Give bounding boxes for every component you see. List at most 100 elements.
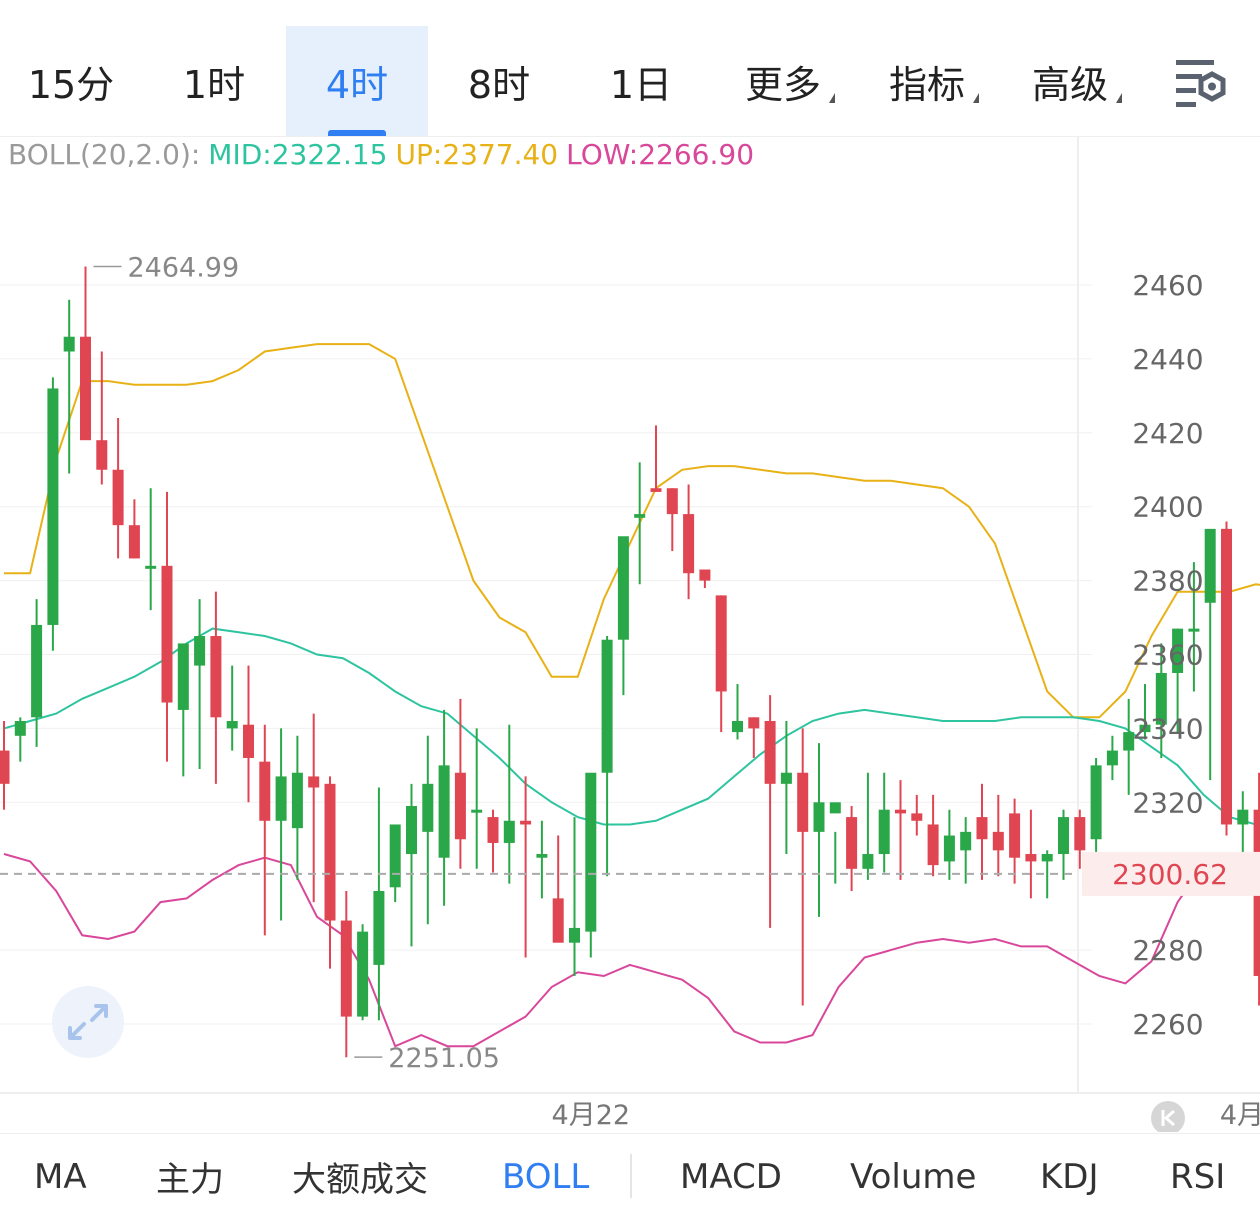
candle-body xyxy=(715,595,727,692)
chart-settings-icon[interactable] xyxy=(1170,56,1230,112)
candle-body xyxy=(31,624,43,718)
candle xyxy=(536,820,548,899)
candle xyxy=(666,488,678,552)
candle xyxy=(177,643,189,777)
candle-body xyxy=(780,772,792,784)
candle-body xyxy=(569,927,580,943)
price-tick-label: 2320 xyxy=(1132,786,1203,819)
indicator-volume[interactable]: Volume xyxy=(850,1134,976,1219)
indicator-macd[interactable]: MACD xyxy=(680,1134,782,1219)
candle xyxy=(862,772,874,880)
indicator-kdj[interactable]: KDJ xyxy=(1040,1134,1099,1219)
candle xyxy=(454,698,466,869)
candle xyxy=(1221,521,1232,836)
candle xyxy=(194,599,206,770)
candle xyxy=(1106,735,1118,781)
tab-4h[interactable]: 4时 xyxy=(286,26,428,136)
candle xyxy=(1025,809,1037,899)
candle-body xyxy=(357,931,369,1017)
candle xyxy=(275,728,287,921)
candle-body xyxy=(732,721,743,733)
tab-15m[interactable]: 15分 xyxy=(0,26,142,136)
candle xyxy=(732,684,743,740)
chart-annotations: 2300.62 2464.99 2251.05 xyxy=(0,253,1260,1074)
indicator-large-trades[interactable]: 大额成交 xyxy=(292,1134,428,1219)
price-tick-label: 2280 xyxy=(1132,934,1203,967)
candle xyxy=(699,569,711,588)
price-tick-label: 2380 xyxy=(1132,565,1203,598)
candle-body xyxy=(1204,528,1216,603)
candle-body xyxy=(1025,854,1037,862)
candle-body xyxy=(177,643,189,710)
candle xyxy=(14,717,26,762)
tab-advanced[interactable]: 高级 xyxy=(999,26,1141,136)
candle-body xyxy=(80,336,91,441)
tab-1h[interactable]: 1时 xyxy=(142,26,286,136)
candle xyxy=(552,835,564,943)
price-chart[interactable]: 2460 2440 2420 2400 2380 2360 2340 2320 2280 2260… xyxy=(0,136,1260,1132)
candle-body xyxy=(1041,854,1053,862)
tab-1d[interactable]: 1日 xyxy=(570,26,712,136)
candle-body xyxy=(487,817,499,843)
candle-body xyxy=(1090,765,1102,840)
indicator-rsi[interactable]: RSI xyxy=(1170,1134,1225,1219)
boll-mid-line xyxy=(3,627,1260,826)
candle-body xyxy=(1221,528,1232,825)
candle-body xyxy=(1074,817,1086,851)
dropdown-triangle-icon xyxy=(1116,92,1122,103)
candle-body xyxy=(764,721,776,784)
scroll-to-latest-icon[interactable] xyxy=(1151,1101,1185,1132)
price-tick-label: 2400 xyxy=(1132,491,1203,524)
candle xyxy=(650,425,662,492)
candle-body xyxy=(406,805,417,855)
candle xyxy=(846,805,858,891)
expand-chart-icon[interactable] xyxy=(52,986,124,1058)
candle xyxy=(226,665,238,751)
candle-body xyxy=(878,809,890,855)
candle xyxy=(601,636,613,877)
dropdown-triangle-icon xyxy=(829,92,835,103)
candle xyxy=(243,665,254,803)
candle-body xyxy=(976,817,988,840)
indicator-boll[interactable]: BOLL xyxy=(502,1134,589,1219)
candle xyxy=(715,595,727,733)
candle-body xyxy=(210,636,222,718)
candle-body xyxy=(634,514,646,518)
candle xyxy=(878,772,890,873)
indicator-ma[interactable]: MA xyxy=(34,1134,87,1219)
candle-body xyxy=(0,750,10,784)
candle xyxy=(617,536,629,696)
candle xyxy=(389,824,401,903)
candle xyxy=(31,599,43,747)
candle-body xyxy=(846,817,858,869)
tab-8h[interactable]: 8时 xyxy=(428,26,570,136)
candle-body xyxy=(128,525,140,559)
candle xyxy=(943,809,955,880)
candle xyxy=(813,743,825,917)
candle-body xyxy=(161,565,173,703)
price-tick-label: 2440 xyxy=(1132,343,1203,376)
candle xyxy=(487,809,499,873)
high-price-label: 2464.99 xyxy=(128,253,240,284)
candle-body xyxy=(1009,813,1021,858)
price-tick-label: 2420 xyxy=(1132,417,1203,450)
candle xyxy=(797,728,809,1006)
current-price-label: 2300.62 xyxy=(1112,858,1228,891)
indicator-main-force[interactable]: 主力 xyxy=(156,1134,224,1219)
candle-body xyxy=(422,783,434,832)
price-tick-label: 2260 xyxy=(1132,1008,1203,1041)
tab-more[interactable]: 更多 xyxy=(712,26,854,136)
boll-bands xyxy=(3,343,1260,1048)
candle-body xyxy=(145,565,157,569)
candle xyxy=(748,717,760,758)
tab-indicators[interactable]: 指标 xyxy=(855,26,999,136)
candle-body xyxy=(927,824,939,866)
candle xyxy=(96,351,108,485)
candle xyxy=(1204,528,1216,781)
candle-body xyxy=(47,388,59,625)
candle xyxy=(161,491,173,762)
candle-body xyxy=(601,639,613,773)
candle-body xyxy=(1058,817,1069,855)
candle xyxy=(357,924,369,1021)
candle-body xyxy=(617,536,629,640)
